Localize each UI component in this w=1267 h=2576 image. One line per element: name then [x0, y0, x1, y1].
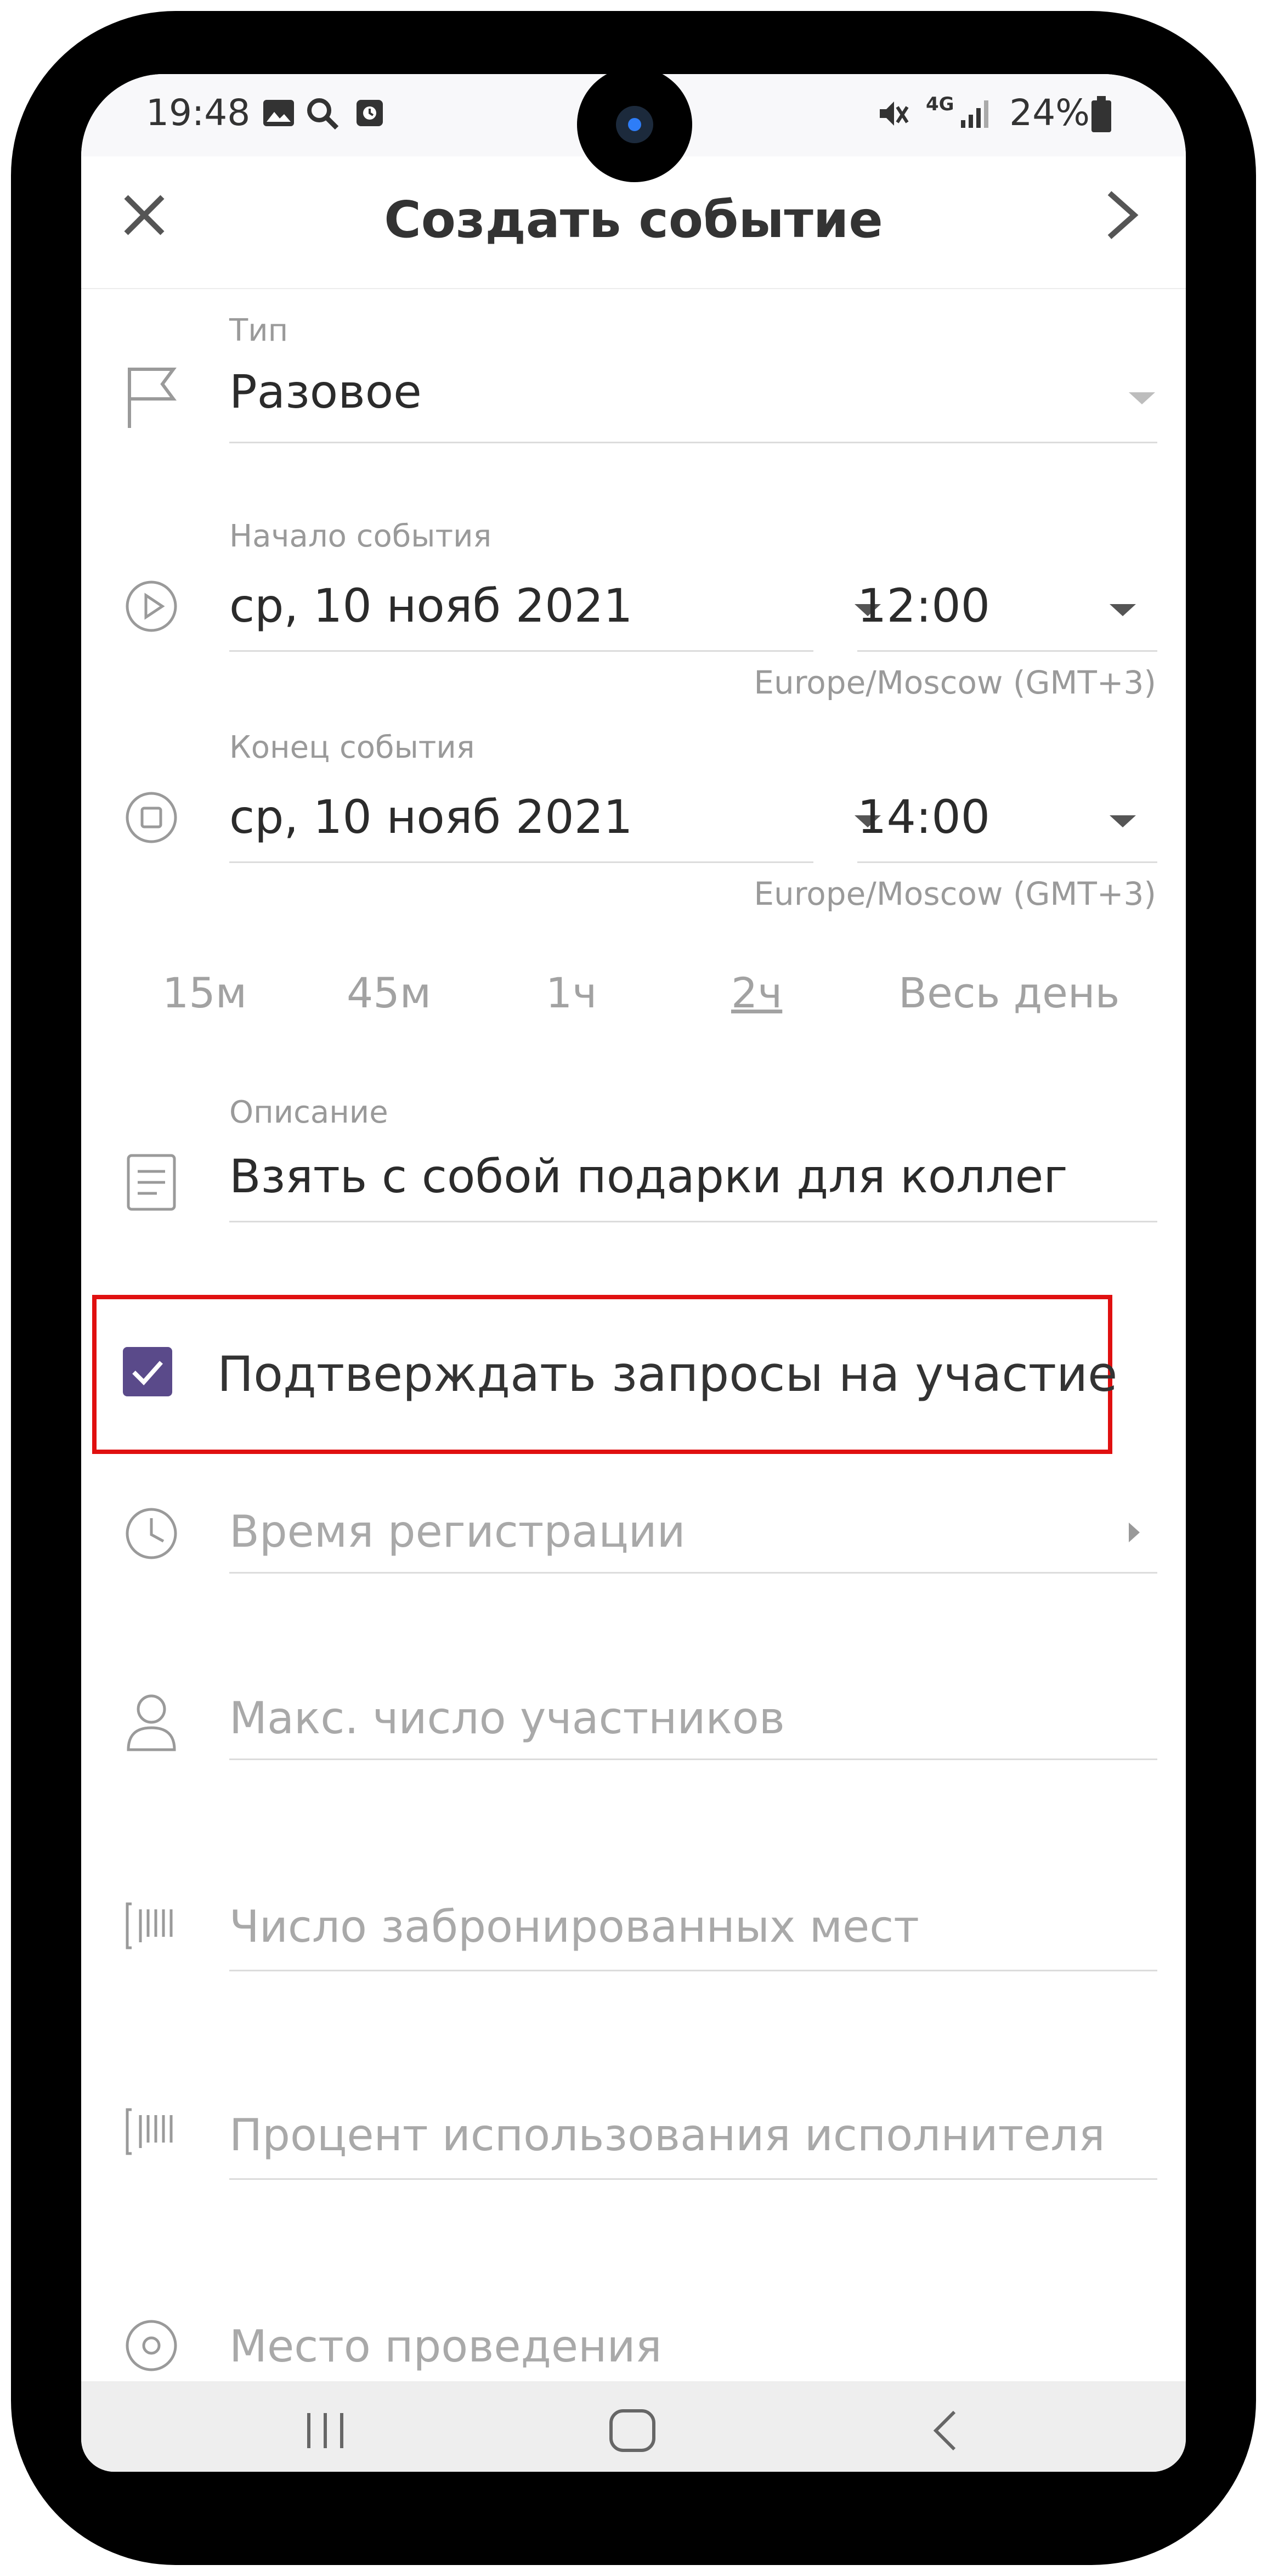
confirm-requests-label: Подтверждать запросы на участие	[217, 1346, 1118, 1402]
end-date-select[interactable]: ср, 10 нояб 2021	[229, 779, 909, 861]
barcode-icon	[124, 1898, 179, 1953]
duration-45m[interactable]: 45м	[347, 968, 431, 1017]
user-icon	[124, 1693, 179, 1753]
signal-icon	[959, 97, 992, 130]
end-date-underline	[229, 861, 813, 863]
network-type-label: 4G	[926, 93, 954, 115]
barcode-icon	[124, 2104, 179, 2159]
type-value: Разовое	[229, 365, 422, 419]
booked-seats-input[interactable]: Число забронированных мест	[229, 1901, 919, 1952]
clock-icon	[124, 1506, 179, 1561]
side-button	[16, 807, 38, 1004]
duration-15m[interactable]: 15м	[162, 968, 247, 1017]
start-time-select[interactable]: 12:00	[857, 568, 1157, 650]
camera-dot	[628, 118, 641, 131]
chevron-down-icon	[1129, 392, 1155, 404]
search-icon	[306, 97, 340, 131]
duration-all-day[interactable]: Весь день	[898, 968, 1119, 1017]
booked-seats-underline	[229, 1970, 1157, 1971]
end-time-select[interactable]: 14:00	[857, 779, 1157, 861]
start-date-underline	[229, 650, 813, 652]
registration-time-underline	[229, 1572, 1157, 1574]
end-time-underline	[857, 861, 1157, 863]
recent-apps-icon[interactable]	[301, 2409, 350, 2453]
start-time-value: 12:00	[857, 579, 991, 633]
chevron-down-icon	[1110, 815, 1136, 827]
document-icon	[124, 1152, 179, 1213]
registration-time-placeholder: Время регистрации	[229, 1506, 686, 1557]
confirm-requests-checkbox[interactable]	[123, 1347, 172, 1396]
app-screen: 19:48 4G 24% Создать событие Тип Разовое…	[81, 74, 1186, 2472]
description-label: Описание	[229, 1095, 388, 1130]
duration-1h[interactable]: 1ч	[546, 968, 597, 1017]
clock-app-icon	[355, 99, 384, 127]
description-underline	[229, 1221, 1157, 1222]
volume-button	[16, 571, 38, 768]
type-select[interactable]: Разовое	[229, 359, 1184, 453]
performer-usage-underline	[229, 2178, 1157, 2180]
battery-icon	[1090, 95, 1112, 133]
description-input[interactable]: Взять с собой подарки для коллег	[229, 1149, 1067, 1203]
status-time: 19:48	[146, 92, 251, 134]
navigation-bar	[81, 2381, 1186, 2472]
play-circle-icon	[124, 579, 179, 634]
battery-percent: 24%	[1009, 92, 1090, 134]
page-title: Создать событие	[384, 190, 883, 249]
start-date-value: ср, 10 нояб 2021	[229, 579, 633, 633]
flag-icon	[124, 365, 179, 431]
max-participants-input[interactable]: Макс. число участников	[229, 1693, 785, 1744]
location-icon	[124, 2318, 179, 2373]
gallery-icon	[262, 99, 295, 127]
mute-icon	[876, 97, 909, 130]
max-participants-underline	[229, 1758, 1157, 1760]
duration-2h[interactable]: 2ч	[731, 968, 782, 1017]
start-timezone: Europe/Moscow (GMT+3)	[754, 664, 1156, 701]
back-icon[interactable]	[926, 2408, 964, 2454]
start-date-select[interactable]: ср, 10 нояб 2021	[229, 568, 909, 650]
performer-usage-input[interactable]: Процент использования исполнителя	[229, 2110, 1105, 2161]
end-timezone: Europe/Moscow (GMT+3)	[754, 875, 1156, 912]
end-label: Конец события	[229, 730, 475, 765]
start-time-underline	[857, 650, 1157, 652]
chevron-right-icon[interactable]	[1090, 185, 1151, 245]
chevron-down-icon	[1110, 604, 1136, 616]
power-button	[1229, 658, 1251, 944]
front-camera	[577, 67, 692, 182]
chevron-right-icon	[1129, 1523, 1140, 1542]
type-underline	[229, 442, 1157, 443]
end-date-value: ср, 10 нояб 2021	[229, 790, 633, 844]
home-icon[interactable]	[608, 2408, 657, 2454]
type-label: Тип	[229, 313, 289, 348]
end-time-value: 14:00	[857, 790, 991, 844]
duration-chips: 15м 45м 1ч 2ч Весь день	[81, 968, 1186, 1034]
venue-input[interactable]: Место проведения	[229, 2321, 662, 2372]
check-icon	[132, 1361, 163, 1385]
stop-circle-icon	[124, 790, 179, 845]
start-label: Начало события	[229, 518, 492, 554]
camera-lens	[616, 106, 653, 143]
registration-time-row[interactable]: Время регистрации	[229, 1495, 1157, 1572]
